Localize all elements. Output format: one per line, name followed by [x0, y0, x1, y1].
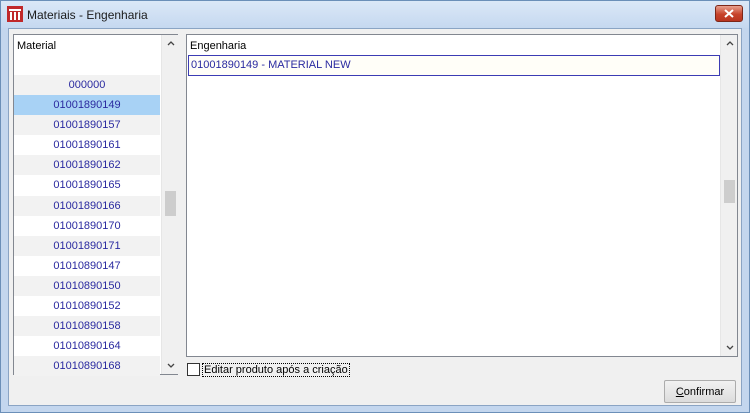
material-list-item[interactable]: 01001890149	[14, 95, 160, 116]
app-logo-icon	[7, 6, 23, 22]
material-list-item[interactable]: 01001890171	[14, 235, 160, 256]
material-list-item[interactable]: 01001890170	[14, 216, 160, 236]
confirm-button-mnemonic: C	[675, 385, 684, 398]
confirm-button-label: onfirmar	[683, 385, 725, 398]
material-list-item[interactable]: 01010890150	[14, 275, 160, 297]
material-list-item[interactable]: 01001890162	[14, 155, 160, 176]
engineering-grid-scrollbar[interactable]	[720, 35, 737, 356]
material-list-rows: 000000 01001890149 01001890157 01001890161 0…	[14, 75, 160, 377]
grid-scroll-down-button[interactable]	[721, 339, 738, 356]
chevron-up-icon	[167, 41, 174, 46]
dialog-window: Materiais - Engenharia Material 000000 01…	[0, 0, 750, 413]
material-list-item[interactable]: 01001890161	[14, 135, 160, 155]
material-list[interactable]: Material 000000 01001890149 01001890157 010…	[13, 34, 178, 377]
material-list-item[interactable]: 01001890165	[14, 175, 160, 195]
edit-product-label[interactable]: Editar produto após a criação	[202, 362, 350, 377]
chevron-down-icon	[167, 363, 174, 368]
engineering-grid-row[interactable]: 01001890149 - MATERIAL NEW	[188, 55, 720, 76]
close-icon	[724, 9, 734, 18]
dialog-body: Material 000000 01001890149 01001890157 010…	[8, 28, 742, 406]
title-bar[interactable]: Materiais - Engenharia	[1, 1, 749, 28]
material-list-scrollbar[interactable]	[161, 35, 178, 374]
material-list-item[interactable]: 01010890147	[14, 256, 160, 276]
window-title: Materiais - Engenharia	[27, 8, 148, 22]
scroll-thumb[interactable]	[165, 191, 176, 216]
grid-scroll-thumb[interactable]	[724, 180, 735, 203]
material-list-item[interactable]: 000000	[14, 75, 160, 96]
edit-product-checkbox[interactable]	[187, 363, 200, 376]
material-list-item[interactable]: 01010890168	[14, 356, 160, 377]
edit-product-option[interactable]: Editar produto após a criação	[187, 362, 350, 377]
material-list-item[interactable]: 01001890157	[14, 115, 160, 136]
chevron-down-icon	[726, 345, 733, 350]
material-list-item[interactable]: 01010890152	[14, 296, 160, 316]
engineering-grid[interactable]: Engenharia 01001890149 - MATERIAL NEW	[186, 34, 738, 357]
chevron-up-icon	[726, 41, 733, 46]
confirm-button[interactable]: Confirmar	[664, 380, 736, 403]
material-list-item[interactable]: 01001890166	[14, 195, 160, 216]
close-button[interactable]	[715, 5, 743, 22]
material-list-header: Material	[17, 40, 57, 52]
scroll-down-button[interactable]	[162, 357, 179, 374]
material-list-item[interactable]: 01010890164	[14, 336, 160, 356]
material-list-item[interactable]: 01010890158	[14, 316, 160, 337]
engineering-grid-header: Engenharia	[190, 40, 247, 52]
grid-scroll-up-button[interactable]	[721, 35, 738, 52]
scroll-up-button[interactable]	[162, 35, 179, 52]
